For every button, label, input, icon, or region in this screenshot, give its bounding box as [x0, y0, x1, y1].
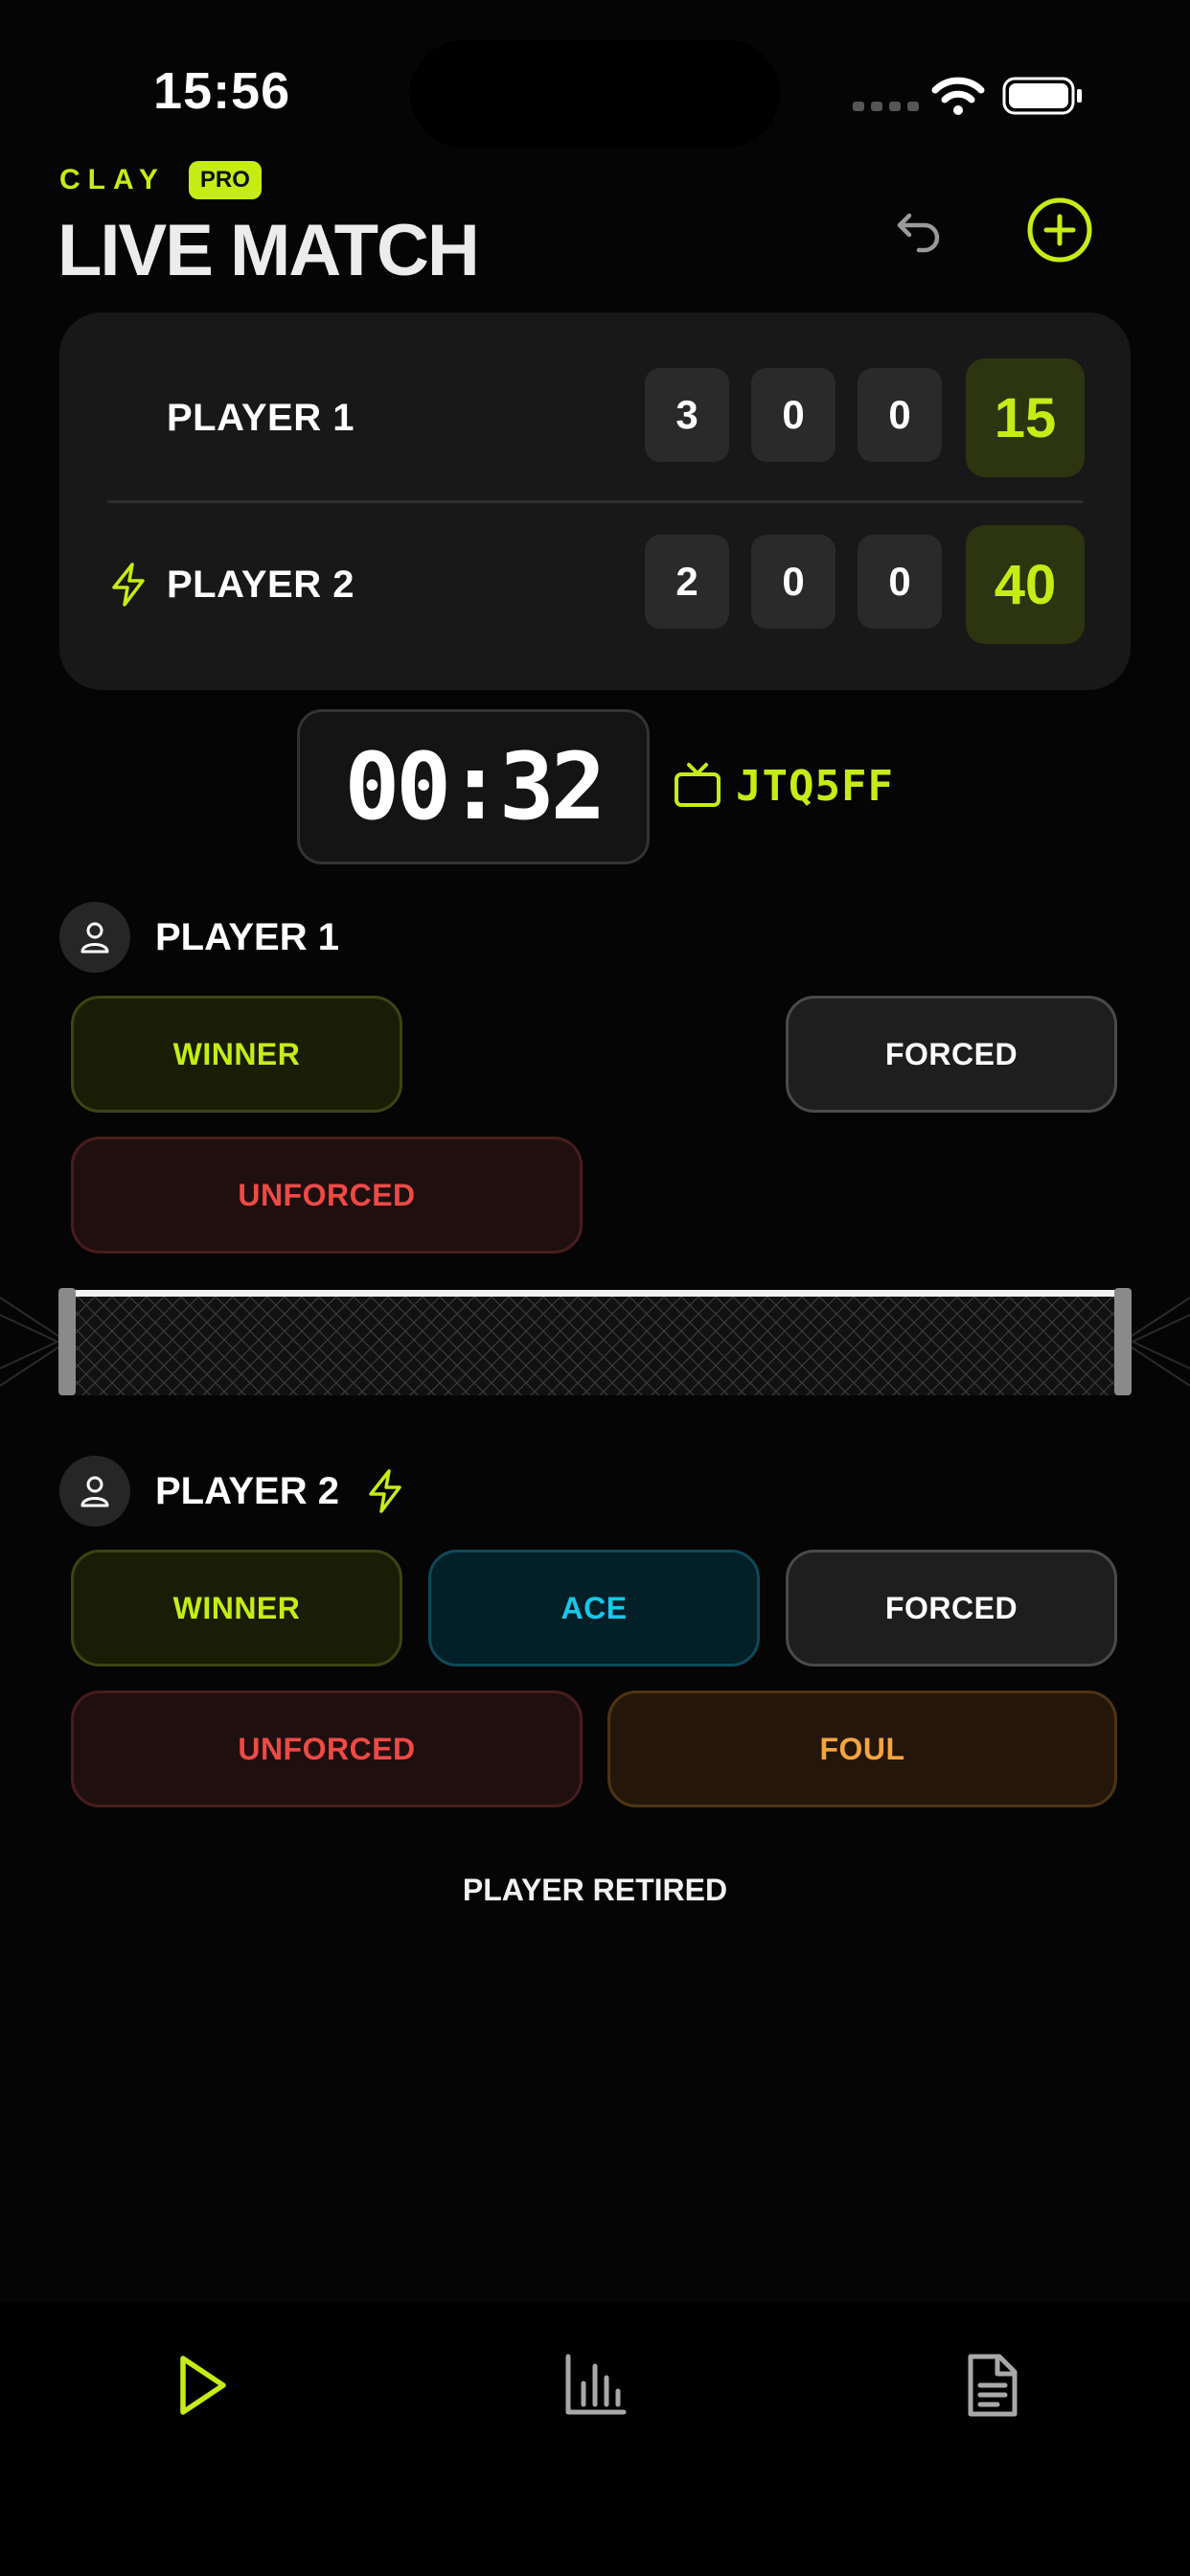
stats-icon [565, 2354, 627, 2415]
player-1-name: PLAYER 1 [167, 397, 355, 439]
plus-circle-icon [1027, 197, 1092, 263]
set-2-score: 0 [751, 368, 835, 462]
player-2-header: PLAYER 2 [59, 1456, 406, 1527]
battery-icon [1002, 77, 1082, 115]
tennis-net [0, 1288, 1190, 1395]
stream-code-link[interactable]: JTQ5FF [673, 761, 894, 811]
player-2-ace-button[interactable]: ACE [428, 1550, 760, 1667]
set-3-score: 0 [858, 535, 942, 629]
player-2-name: PLAYER 2 [167, 564, 355, 606]
player-1-winner-button[interactable]: WINNER [71, 996, 402, 1113]
player-retired-button[interactable]: PLAYER RETIRED [0, 1873, 1190, 1908]
surface-label: CLAY [59, 164, 166, 196]
cellular-signal-icon [853, 102, 919, 111]
document-icon [968, 2354, 1018, 2417]
surface-header: CLAY PRO [59, 161, 262, 199]
add-button[interactable] [1025, 196, 1094, 264]
pro-badge: PRO [188, 161, 262, 199]
tab-report[interactable] [949, 2342, 1035, 2428]
player-1-forced-button[interactable]: FORCED [786, 996, 1117, 1113]
undo-button[interactable] [885, 197, 952, 264]
lightning-icon [369, 1469, 401, 1513]
tab-stats[interactable] [552, 2342, 638, 2428]
player-1-header: PLAYER 1 [59, 902, 339, 973]
user-icon [80, 1476, 109, 1507]
match-timer: 00:32 [297, 709, 650, 864]
player-2-winner-button[interactable]: WINNER [71, 1550, 402, 1667]
player-1-unforced-button[interactable]: UNFORCED [71, 1137, 583, 1254]
game-points: 40 [966, 525, 1085, 644]
undo-icon [897, 213, 940, 253]
score-row-player-1: PLAYER 1 3 0 0 15 [59, 358, 1131, 481]
player-2-foul-button[interactable]: FOUL [607, 1690, 1117, 1807]
player-2-forced-button[interactable]: FORCED [786, 1550, 1117, 1667]
score-row-player-2: PLAYER 2 2 0 0 40 [59, 525, 1131, 648]
lightning-icon [112, 563, 145, 607]
player-2-unforced-button[interactable]: UNFORCED [71, 1690, 583, 1807]
set-1-score: 2 [645, 535, 729, 629]
avatar [59, 1456, 130, 1527]
page-title: LIVE MATCH [57, 210, 480, 291]
set-2-score: 0 [751, 535, 835, 629]
player-1-panel-name: PLAYER 1 [155, 915, 339, 958]
game-points: 15 [966, 358, 1085, 477]
divider [107, 500, 1083, 503]
tab-live[interactable] [157, 2342, 243, 2428]
status-time: 15:56 [153, 62, 291, 120]
wifi-icon [931, 77, 985, 115]
player-2-panel-name: PLAYER 2 [155, 1469, 339, 1512]
set-3-score: 0 [858, 368, 942, 462]
set-1-score: 3 [645, 368, 729, 462]
play-icon [180, 2356, 226, 2415]
stream-code: JTQ5FF [736, 761, 894, 811]
user-icon [80, 922, 109, 954]
avatar [59, 902, 130, 973]
scoreboard: PLAYER 1 3 0 0 15 PLAYER 2 2 0 0 40 [59, 312, 1131, 690]
tv-icon [675, 763, 721, 807]
tab-bar [0, 2302, 1190, 2576]
dynamic-island [410, 40, 780, 148]
